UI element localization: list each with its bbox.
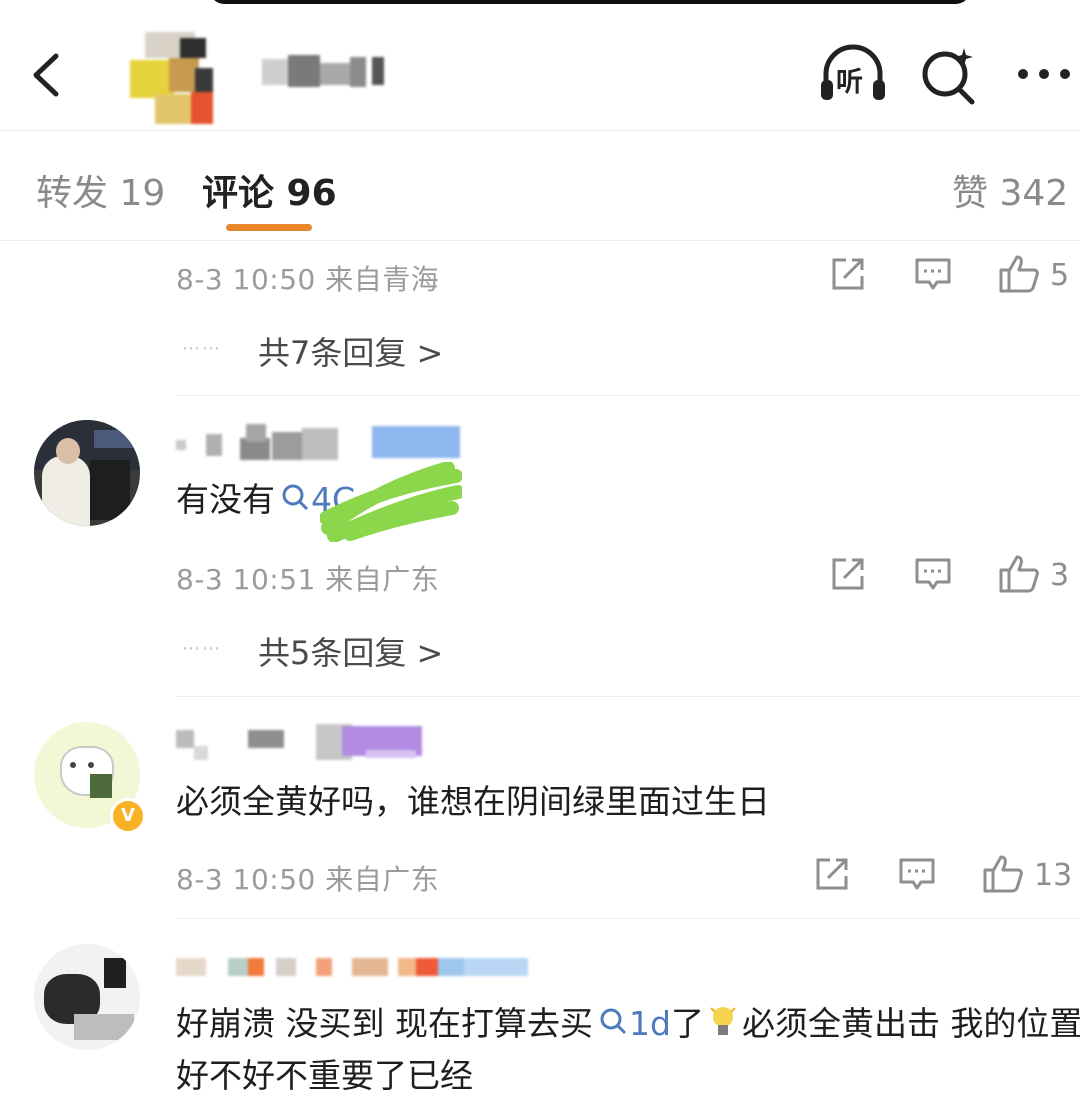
like-button[interactable]	[982, 854, 1024, 898]
comment-text-part: 了	[670, 1004, 704, 1043]
reply-count-link[interactable]: 共7条回复 >	[258, 328, 443, 374]
reply-summary[interactable]: ⋯⋯ 共7条回复 >	[172, 318, 462, 380]
like-count: 13	[1034, 858, 1073, 893]
search-sparkle-icon	[922, 48, 975, 105]
like-button[interactable]	[998, 254, 1040, 298]
share-icon	[832, 558, 864, 590]
share-icon	[832, 258, 864, 290]
search-tag[interactable]: 1d	[593, 1004, 671, 1043]
share-icon	[816, 858, 848, 890]
comment-divider	[176, 395, 1080, 396]
comment-text: 必须全黄好吗，谁想在阴间绿里面过生日	[176, 782, 770, 821]
share-button[interactable]	[814, 856, 850, 896]
reply-dots: ⋯⋯	[182, 638, 222, 659]
tab-repost[interactable]: 转发 19	[36, 164, 165, 216]
avatar[interactable]	[34, 944, 140, 1050]
listen-label: 听	[836, 67, 863, 98]
comment-meta: 8-3 10:51 来自广东	[176, 563, 440, 596]
like-button[interactable]	[998, 554, 1040, 598]
comment-icon	[915, 558, 951, 590]
tab-likes[interactable]: 赞 342	[952, 164, 1068, 216]
commenter-name[interactable]	[176, 724, 446, 764]
search-tag-label: 1d	[628, 1004, 671, 1043]
reply-summary[interactable]: ⋯⋯ 共5条回复 >	[172, 618, 462, 680]
thumbs-up-icon	[999, 555, 1039, 593]
author-name[interactable]	[262, 55, 392, 89]
search-icon	[282, 484, 309, 511]
comment-button[interactable]	[914, 256, 952, 296]
search-icon	[600, 1008, 627, 1035]
status-bar-notch	[210, 0, 970, 4]
comment-icon	[915, 258, 951, 290]
author-avatar[interactable]	[125, 32, 215, 124]
more-button[interactable]	[1015, 64, 1073, 84]
comment-meta: 8-3 10:50 来自广东	[176, 863, 440, 896]
share-button[interactable]	[830, 256, 866, 296]
comment-divider	[176, 696, 1080, 697]
commenter-name[interactable]	[176, 424, 466, 464]
header-divider	[0, 130, 1080, 131]
lightbulb-emoji-icon	[710, 1007, 736, 1035]
scribble-redaction	[320, 462, 462, 542]
comment-button[interactable]	[898, 856, 936, 896]
chevron-left-icon	[33, 53, 59, 97]
tab-comments[interactable]: 评论 96	[202, 164, 337, 216]
thumbs-up-icon	[999, 255, 1039, 293]
listen-button[interactable]: 听	[818, 44, 888, 106]
active-tab-indicator	[226, 224, 312, 231]
avatar[interactable]	[34, 420, 140, 526]
more-icon	[1018, 69, 1070, 79]
verified-badge: V	[110, 798, 146, 834]
share-button[interactable]	[830, 556, 866, 596]
tabs-divider	[0, 240, 1080, 241]
comment-text-part: 好崩溃 没买到 现在打算去买	[176, 1004, 593, 1043]
comment-divider	[176, 918, 1080, 919]
comment-button[interactable]	[914, 556, 952, 596]
commenter-name[interactable]	[176, 956, 532, 980]
thumbs-up-icon	[983, 855, 1023, 893]
search-button[interactable]	[918, 44, 980, 106]
comment-text-main: 有没有	[176, 480, 275, 519]
comment-text-line2: 好不好不重要了已经	[176, 1056, 473, 1095]
like-count: 5	[1050, 258, 1070, 293]
comment-text: 好崩溃 没买到 现在打算去买 1d了 必须全黄出击 我的位置	[176, 998, 1080, 1050]
reply-dots: ⋯⋯	[182, 338, 222, 359]
reply-count-link[interactable]: 共5条回复 >	[258, 628, 443, 674]
back-button[interactable]	[28, 52, 64, 102]
comment-text-part: 必须全黄出击 我的位置	[741, 1004, 1080, 1043]
comment-meta: 8-3 10:50 来自青海	[176, 263, 440, 296]
comment-icon	[899, 858, 935, 890]
like-count: 3	[1050, 558, 1070, 593]
